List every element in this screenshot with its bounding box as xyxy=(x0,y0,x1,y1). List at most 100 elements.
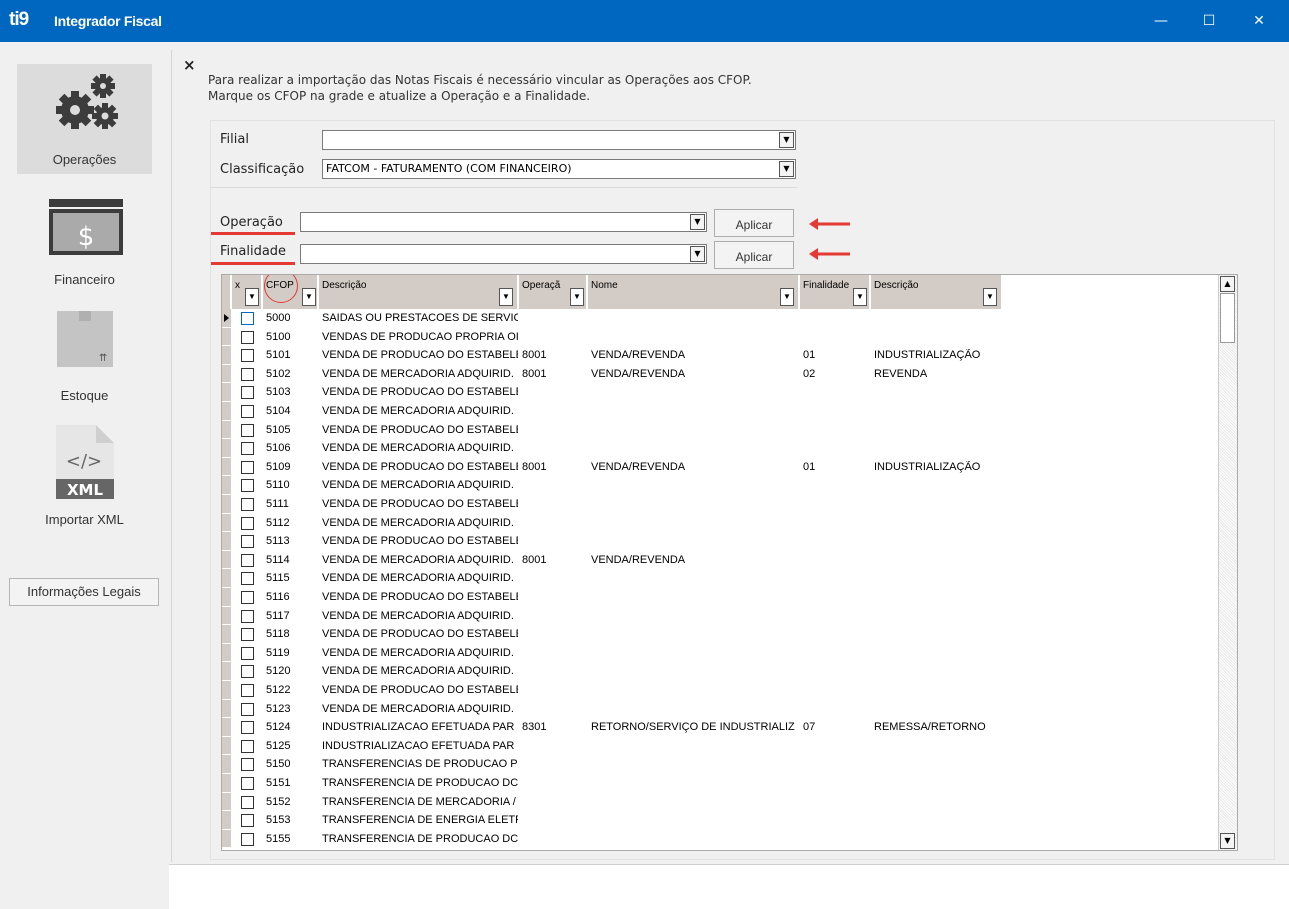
row-checkbox[interactable] xyxy=(241,814,254,828)
table-row[interactable]: 5150 TRANSFERENCIAS DE PRODUCAO PI xyxy=(222,755,1222,774)
chevron-down-icon[interactable]: ▼ xyxy=(690,214,705,230)
scroll-up-icon[interactable]: ▲ xyxy=(1220,276,1235,292)
header-descricao-2[interactable]: Descrição ▼ xyxy=(871,275,1002,309)
table-row[interactable]: 5110 VENDA DE MERCADORIA ADQUIRID. xyxy=(222,476,1222,495)
row-checkbox[interactable] xyxy=(241,367,254,381)
finalidade-select[interactable]: ▼ xyxy=(300,244,707,264)
row-checkbox[interactable] xyxy=(241,535,254,549)
table-row[interactable]: 5124 INDUSTRIALIZACAO EFETUADA PAR 8301 RET… xyxy=(222,718,1222,737)
close-panel-icon[interactable]: × xyxy=(183,56,196,74)
header-nome[interactable]: Nome ▼ xyxy=(588,275,799,309)
table-row[interactable]: 5117 VENDA DE MERCADORIA ADQUIRID. xyxy=(222,606,1222,626)
table-row[interactable]: 5113 VENDA DE PRODUCAO DO ESTABELE xyxy=(222,532,1222,551)
table-row[interactable]: 5120 VENDA DE MERCADORIA ADQUIRID. xyxy=(222,662,1222,681)
apply-operacao-button[interactable]: Aplicar xyxy=(714,209,794,237)
row-checkbox[interactable] xyxy=(241,312,254,325)
table-row[interactable]: 5114 VENDA DE MERCADORIA ADQUIRID. 8001 VEN… xyxy=(222,550,1222,570)
table-row[interactable]: 5103 VENDA DE PRODUCAO DO ESTABELE xyxy=(222,383,1222,402)
row-checkbox[interactable] xyxy=(241,572,254,586)
table-row[interactable]: 5111 VENDA DE PRODUCAO DO ESTABELE xyxy=(222,495,1222,514)
table-row[interactable]: 5100 VENDAS DE PRODUCAO PROPRIA OI xyxy=(222,327,1222,347)
chevron-down-icon[interactable]: ▼ xyxy=(570,288,584,306)
table-row[interactable]: 5119 VENDA DE MERCADORIA ADQUIRID. xyxy=(222,643,1222,663)
table-row[interactable]: 5115 VENDA DE MERCADORIA ADQUIRID. xyxy=(222,569,1222,588)
table-row[interactable]: 5123 VENDA DE MERCADORIA ADQUIRID. xyxy=(222,699,1222,719)
sidebar-item-financeiro[interactable]: $ Financeiro xyxy=(17,192,152,292)
sidebar-item-importar-xml[interactable]: </> XML Importar XML xyxy=(17,418,152,528)
row-checkbox[interactable] xyxy=(241,628,254,642)
classificacao-select[interactable]: FATCOM - FATURAMENTO (COM FINANCEIRO) ▼ xyxy=(322,159,796,179)
minimize-button[interactable]: — xyxy=(1138,0,1184,42)
table-row[interactable]: 5116 VENDA DE PRODUCAO DO ESTABELE xyxy=(222,588,1222,607)
row-checkbox[interactable] xyxy=(241,721,254,735)
row-checkbox[interactable] xyxy=(241,498,254,511)
table-row[interactable]: 5153 TRANSFERENCIA DE ENERGIA ELETF xyxy=(222,811,1222,830)
scroll-thumb[interactable] xyxy=(1220,293,1235,343)
table-row[interactable]: 5118 VENDA DE PRODUCAO DO ESTABELE xyxy=(222,625,1222,644)
row-checkbox[interactable] xyxy=(241,423,254,437)
classificacao-label: Classificação xyxy=(220,162,305,177)
row-checkbox[interactable] xyxy=(241,646,254,660)
row-checkbox[interactable] xyxy=(241,516,254,530)
row-indicator xyxy=(222,513,231,533)
row-checkbox[interactable] xyxy=(241,758,254,772)
table-row[interactable]: 5155 TRANSFERENCIA DE PRODUCAO DC xyxy=(222,829,1222,849)
table-row[interactable]: 5105 VENDA DE PRODUCAO DO ESTABELE xyxy=(222,420,1222,440)
row-checkbox[interactable] xyxy=(241,795,254,809)
table-row[interactable]: 5122 VENDA DE PRODUCAO DO ESTABELE xyxy=(222,681,1222,700)
table-row[interactable]: 5104 VENDA DE MERCADORIA ADQUIRID. xyxy=(222,402,1222,421)
header-check[interactable]: x ▼ xyxy=(232,275,262,309)
chevron-down-icon[interactable]: ▼ xyxy=(779,132,794,148)
table-row[interactable]: 5109 VENDA DE PRODUCAO DO ESTABELE 8001 VEN… xyxy=(222,457,1222,477)
row-checkbox[interactable] xyxy=(241,479,254,493)
table-row[interactable]: 5000 SAIDAS OU PRESTACOES DE SERVIC xyxy=(222,309,1222,328)
chevron-down-icon[interactable]: ▼ xyxy=(780,288,794,306)
table-row[interactable]: 5125 INDUSTRIALIZACAO EFETUADA PAR xyxy=(222,736,1222,756)
scroll-down-icon[interactable]: ▼ xyxy=(1220,833,1235,849)
table-row[interactable]: 5101 VENDA DE PRODUCAO DO ESTABELE 8001 VEN… xyxy=(222,346,1222,365)
cell-descricao: VENDA DE MERCADORIA ADQUIRID. xyxy=(322,367,514,380)
row-checkbox[interactable] xyxy=(241,442,254,456)
header-operacao[interactable]: Operaçã ▼ xyxy=(519,275,587,309)
chevron-down-icon[interactable]: ▼ xyxy=(690,246,705,262)
cfop-grid[interactable]: x ▼ CFOP ▼ Descrição ▼ Operaçã ▼ Nome ▼ … xyxy=(221,274,1238,851)
sidebar-item-operacoes[interactable]: Operações xyxy=(17,64,152,174)
row-checkbox[interactable] xyxy=(241,591,254,604)
filial-select[interactable]: ▼ xyxy=(322,130,796,150)
table-row[interactable]: 5112 VENDA DE MERCADORIA ADQUIRID. xyxy=(222,513,1222,533)
chevron-down-icon[interactable]: ▼ xyxy=(983,288,997,306)
operacao-select[interactable]: ▼ xyxy=(300,212,707,232)
row-checkbox[interactable] xyxy=(241,739,254,753)
table-row[interactable]: 5151 TRANSFERENCIA DE PRODUCAO DC xyxy=(222,774,1222,793)
row-checkbox[interactable] xyxy=(241,386,254,400)
chevron-down-icon[interactable]: ▼ xyxy=(779,161,794,177)
maximize-button[interactable]: ☐ xyxy=(1186,0,1232,42)
row-checkbox[interactable] xyxy=(241,832,254,846)
sidebar-item-estoque[interactable]: ⇈ Estoque xyxy=(17,304,152,404)
chevron-down-icon[interactable]: ▼ xyxy=(853,288,867,306)
header-descricao[interactable]: Descrição ▼ xyxy=(319,275,518,309)
row-checkbox[interactable] xyxy=(241,777,254,790)
close-window-button[interactable]: ✕ xyxy=(1236,0,1282,42)
header-nome-label: Nome xyxy=(591,280,618,291)
row-checkbox[interactable] xyxy=(241,665,254,679)
table-row[interactable]: 5106 VENDA DE MERCADORIA ADQUIRID. xyxy=(222,439,1222,458)
table-row[interactable]: 5152 TRANSFERENCIA DE MERCADORIA / xyxy=(222,792,1222,812)
legal-info-button[interactable]: Informações Legais xyxy=(9,578,159,606)
chevron-down-icon[interactable]: ▼ xyxy=(499,288,513,306)
row-checkbox[interactable] xyxy=(241,460,254,474)
apply-finalidade-button[interactable]: Aplicar xyxy=(714,241,794,269)
table-row[interactable]: 5102 VENDA DE MERCADORIA ADQUIRID. 8001 VEN… xyxy=(222,364,1222,384)
row-checkbox[interactable] xyxy=(241,684,254,697)
chevron-down-icon[interactable]: ▼ xyxy=(245,288,259,306)
row-checkbox[interactable] xyxy=(241,553,254,567)
header-finalidade[interactable]: Finalidade ▼ xyxy=(800,275,870,309)
row-checkbox[interactable] xyxy=(241,405,254,418)
vertical-scrollbar[interactable]: ▲ ▼ xyxy=(1218,275,1237,850)
row-checkbox[interactable] xyxy=(241,349,254,363)
row-checkbox[interactable] xyxy=(241,609,254,623)
instructions: Para realizar a importação das Notas Fis… xyxy=(208,72,752,104)
row-checkbox[interactable] xyxy=(241,330,254,344)
chevron-down-icon[interactable]: ▼ xyxy=(302,288,316,306)
row-checkbox[interactable] xyxy=(241,702,254,716)
